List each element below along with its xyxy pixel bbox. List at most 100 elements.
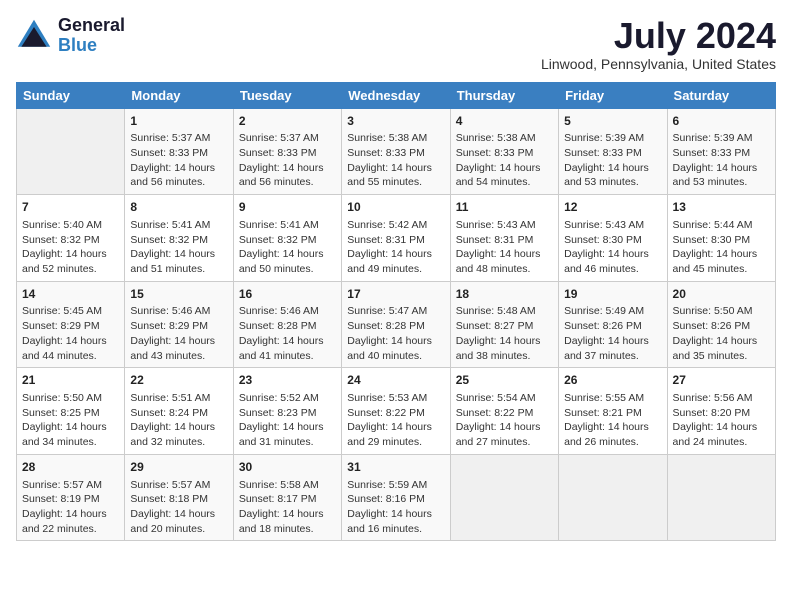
day-info-line: Daylight: 14 hours [347,507,444,522]
day-number: 2 [239,113,336,130]
day-info-line: Sunrise: 5:41 AM [239,218,336,233]
day-number: 17 [347,286,444,303]
day-info-line: and 54 minutes. [456,175,553,190]
month-year-title: July 2024 [541,16,776,56]
day-info-line: Sunrise: 5:59 AM [347,478,444,493]
calendar-cell: 16Sunrise: 5:46 AMSunset: 8:28 PMDayligh… [233,281,341,368]
day-number: 15 [130,286,227,303]
day-info-line: and 55 minutes. [347,175,444,190]
day-number: 26 [564,372,661,389]
day-info-line: Daylight: 14 hours [347,420,444,435]
header-cell-thursday: Thursday [450,82,558,108]
day-number: 25 [456,372,553,389]
day-info-line: Sunrise: 5:41 AM [130,218,227,233]
day-info-line: Sunrise: 5:57 AM [130,478,227,493]
logo-icon [16,18,52,54]
day-info-line: Sunrise: 5:50 AM [673,304,770,319]
day-info-line: Sunrise: 5:45 AM [22,304,119,319]
day-info-line: and 51 minutes. [130,262,227,277]
day-info-line: Daylight: 14 hours [673,334,770,349]
day-info-line: Daylight: 14 hours [130,507,227,522]
day-info-line: Daylight: 14 hours [22,334,119,349]
calendar-cell: 28 Sunrise: 5:57 AMSunset: 8:19 PMDayligh… [17,454,125,541]
day-number: 24 [347,372,444,389]
day-info-line: and 29 minutes. [347,435,444,450]
day-info-line: Sunrise: 5:50 AM [22,391,119,406]
day-info-line: and 16 minutes. [347,522,444,537]
day-info-line: Sunrise: 5:48 AM [456,304,553,319]
calendar-cell: 27Sunrise: 5:56 AMSunset: 8:20 PMDayligh… [667,368,775,455]
calendar-cell: 30Sunrise: 5:58 AMSunset: 8:17 PMDayligh… [233,454,341,541]
day-info-line: Sunset: 8:18 PM [130,492,227,507]
day-info-line: Sunset: 8:22 PM [456,406,553,421]
day-number: 1 [130,113,227,130]
day-info-line: and 37 minutes. [564,349,661,364]
day-info-line: and 20 minutes. [130,522,227,537]
day-info-line: Daylight: 14 hours [564,334,661,349]
day-info-line: Sunrise: 5:39 AM [564,131,661,146]
day-number: 28 [22,459,119,476]
day-info-line: Sunset: 8:20 PM [673,406,770,421]
day-info-line: Sunset: 8:19 PM [22,492,119,507]
calendar-cell: 13Sunrise: 5:44 AMSunset: 8:30 PMDayligh… [667,195,775,282]
day-info-line: Sunset: 8:25 PM [22,406,119,421]
day-info-line: Daylight: 14 hours [130,420,227,435]
day-info-line: Sunset: 8:33 PM [239,146,336,161]
day-info-line: Sunset: 8:28 PM [347,319,444,334]
day-info-line: Daylight: 14 hours [347,161,444,176]
day-number: 29 [130,459,227,476]
week-row-2: 7Sunrise: 5:40 AMSunset: 8:32 PMDaylight… [17,195,776,282]
day-info-line: and 46 minutes. [564,262,661,277]
location-subtitle: Linwood, Pennsylvania, United States [541,56,776,72]
day-info-line: Sunset: 8:32 PM [22,233,119,248]
day-number: 20 [673,286,770,303]
day-number: 31 [347,459,444,476]
day-info-line: Sunrise: 5:37 AM [239,131,336,146]
calendar-cell: 31 Sunrise: 5:59 AMSunset: 8:16 PMDayligh… [342,454,450,541]
day-info-line: Sunrise: 5:51 AM [130,391,227,406]
day-number: 14 [22,286,119,303]
day-info-line: Sunrise: 5:38 AM [456,131,553,146]
day-info-line: and 35 minutes. [673,349,770,364]
day-info-line: and 52 minutes. [22,262,119,277]
calendar-cell: 3Sunrise: 5:38 AMSunset: 8:33 PMDaylight… [342,108,450,195]
calendar-cell: 6Sunrise: 5:39 AMSunset: 8:33 PMDaylight… [667,108,775,195]
day-info-line: and 53 minutes. [673,175,770,190]
header-cell-monday: Monday [125,82,233,108]
day-info-line: Sunrise: 5:58 AM [239,478,336,493]
day-info-line: Sunset: 8:29 PM [130,319,227,334]
calendar-cell: 12Sunrise: 5:43 AMSunset: 8:30 PMDayligh… [559,195,667,282]
day-info-line: Daylight: 14 hours [22,507,119,522]
day-info-line: Sunset: 8:26 PM [564,319,661,334]
day-info-line: Daylight: 14 hours [130,247,227,262]
day-info-line: and 56 minutes. [130,175,227,190]
day-number: 8 [130,199,227,216]
calendar-cell: 24Sunrise: 5:53 AMSunset: 8:22 PMDayligh… [342,368,450,455]
day-info-line: Sunset: 8:33 PM [673,146,770,161]
day-info-line: Sunset: 8:33 PM [130,146,227,161]
day-info-line: Sunset: 8:30 PM [564,233,661,248]
day-info-line: Daylight: 14 hours [673,247,770,262]
week-row-4: 21Sunrise: 5:50 AMSunset: 8:25 PMDayligh… [17,368,776,455]
day-info-line: Sunset: 8:16 PM [347,492,444,507]
calendar-cell [17,108,125,195]
day-number: 11 [456,199,553,216]
day-info-line: Sunset: 8:32 PM [130,233,227,248]
day-info-line: Daylight: 14 hours [673,161,770,176]
day-number: 5 [564,113,661,130]
day-info-line: Sunrise: 5:57 AM [22,478,119,493]
calendar-cell: 4Sunrise: 5:38 AMSunset: 8:33 PMDaylight… [450,108,558,195]
day-info-line: Sunset: 8:22 PM [347,406,444,421]
header-cell-tuesday: Tuesday [233,82,341,108]
day-info-line: Daylight: 14 hours [456,161,553,176]
day-number: 23 [239,372,336,389]
calendar-cell: 2Sunrise: 5:37 AMSunset: 8:33 PMDaylight… [233,108,341,195]
day-info-line: Daylight: 14 hours [22,420,119,435]
day-info-line: Sunrise: 5:46 AM [130,304,227,319]
day-info-line: Sunset: 8:21 PM [564,406,661,421]
day-info-line: Sunrise: 5:54 AM [456,391,553,406]
calendar-cell [559,454,667,541]
day-info-line: Sunrise: 5:37 AM [130,131,227,146]
day-info-line: Sunrise: 5:42 AM [347,218,444,233]
day-info-line: Daylight: 14 hours [22,247,119,262]
